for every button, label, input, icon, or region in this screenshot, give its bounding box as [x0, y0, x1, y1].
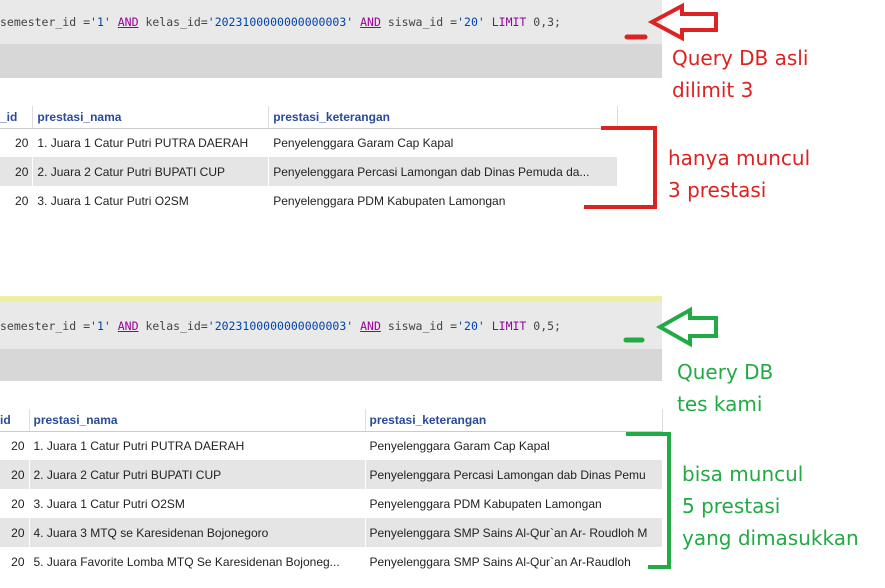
- annotation-bottom-query: Query DB tes kami: [677, 356, 773, 420]
- annotation-top-query: Query DB asli dilimit 3: [672, 42, 808, 106]
- green-bracket: [626, 432, 671, 569]
- green-arrow-icon: [655, 306, 718, 348]
- annotation-line: dilimit 3: [672, 78, 754, 102]
- red-arrow-icon: [647, 2, 718, 42]
- annotation-bottom-result: bisa muncul 5 prestasi yang dimasukkan: [682, 458, 859, 554]
- annotation-line: yang dimasukkan: [682, 526, 859, 550]
- annotation-line: Query DB: [677, 360, 774, 384]
- annotation-line: tes kami: [677, 392, 763, 416]
- red-bracket: [584, 126, 657, 209]
- annotation-line: 3 prestasi: [668, 178, 767, 202]
- annotation-line: Query DB asli: [672, 46, 809, 70]
- annotation-line: bisa muncul: [682, 462, 804, 486]
- annotation-top-result: hanya muncul 3 prestasi: [668, 142, 810, 206]
- annotation-line: hanya muncul: [668, 146, 811, 170]
- annotation-line: 5 prestasi: [682, 494, 781, 518]
